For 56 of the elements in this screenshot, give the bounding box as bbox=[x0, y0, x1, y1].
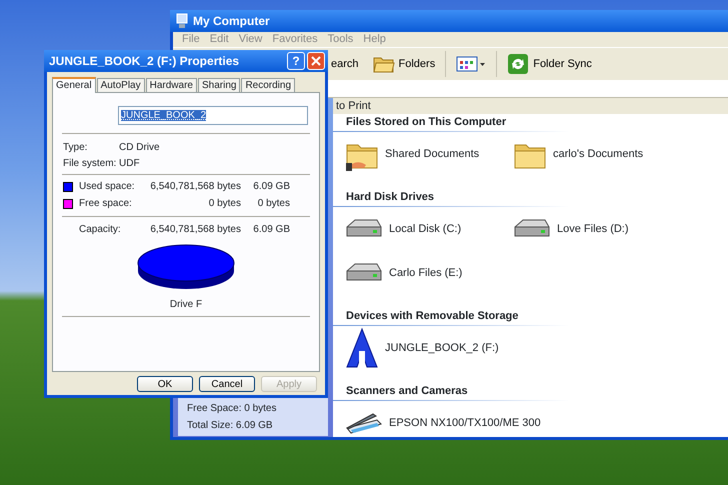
bytes-value: 0 bytes bbox=[208, 197, 241, 211]
scanner-item[interactable]: EPSON NX100/TX100/ME 300 bbox=[345, 401, 541, 445]
capacity-label: Capacity: bbox=[79, 222, 122, 236]
drive-item[interactable]: JUNGLE_BOOK_2 (F:) bbox=[345, 326, 499, 370]
group-heading: Devices with Removable Storage bbox=[333, 308, 728, 326]
drive-item[interactable]: Carlo Files (E:) bbox=[345, 251, 462, 295]
bytes-value: 6,540,781,568 bytes bbox=[149, 180, 241, 194]
dialog-button[interactable]: Cancel bbox=[199, 376, 255, 392]
size-value: 0 bytes bbox=[256, 197, 290, 211]
close-button[interactable] bbox=[307, 52, 325, 70]
info-label: File system: bbox=[63, 156, 118, 170]
size-value: 6.09 GB bbox=[252, 222, 290, 236]
folder-item[interactable]: Shared Documents bbox=[345, 132, 480, 176]
details-text: Total Size: 6.09 GB bbox=[187, 419, 274, 433]
item-label: carlo's Documents bbox=[553, 146, 644, 162]
item-label: Local Disk (C:) bbox=[389, 222, 462, 237]
tab[interactable]: Hardware bbox=[146, 78, 197, 92]
drive-item[interactable]: Local Disk (C:) bbox=[345, 207, 462, 251]
name-field[interactable]: JUNGLE_BOOK_2 bbox=[118, 106, 308, 125]
tab[interactable]: Recording bbox=[241, 78, 296, 92]
size-value: 6.09 GB bbox=[252, 180, 290, 194]
item-label: Shared Documents bbox=[385, 146, 480, 162]
help-button[interactable]: ? bbox=[287, 52, 305, 70]
bytes-value: 6,540,781,568 bytes bbox=[149, 222, 241, 236]
dialog-button[interactable]: OK bbox=[137, 376, 193, 392]
drive-label: Drive F bbox=[170, 299, 202, 310]
folder-icon bbox=[372, 55, 395, 73]
tab[interactable]: AutoPlay bbox=[96, 78, 145, 92]
close-icon bbox=[311, 56, 321, 66]
tab[interactable]: General bbox=[52, 77, 96, 93]
info-value: UDF bbox=[119, 156, 140, 170]
group-heading: Hard Disk Drives bbox=[333, 189, 728, 207]
window-title: My Computer bbox=[193, 13, 270, 30]
dialog-title: JUNGLE_BOOK_2 (F:) Properties bbox=[49, 53, 240, 70]
item-label: Carlo Files (E:) bbox=[389, 266, 462, 281]
info-label: Type: bbox=[63, 140, 88, 154]
sync-arrows-icon bbox=[507, 53, 530, 75]
computer-icon bbox=[175, 13, 189, 29]
group-heading: Scanners and Cameras bbox=[333, 383, 728, 401]
item-label: EPSON NX100/TX100/ME 300 bbox=[389, 416, 541, 431]
tab[interactable]: Sharing bbox=[198, 78, 240, 92]
info-value: CD Drive bbox=[119, 140, 160, 154]
item-label: Love Files (D:) bbox=[557, 222, 629, 237]
folder-item[interactable]: carlo's Documents bbox=[513, 132, 644, 176]
item-label: JUNGLE_BOOK_2 (F:) bbox=[385, 340, 499, 356]
drive-item[interactable]: Love Files (D:) bbox=[513, 207, 629, 251]
details-text: Free Space: 0 bytes bbox=[187, 402, 278, 416]
views-grid-icon bbox=[456, 55, 486, 73]
letter-a-icon bbox=[345, 327, 379, 369]
folder-sync-button[interactable]: Folder Sync bbox=[503, 51, 596, 77]
task-link[interactable]: to Print bbox=[336, 98, 371, 114]
space-label: Used space: bbox=[79, 180, 136, 194]
space-label: Free space: bbox=[79, 197, 133, 211]
group-heading: Files Stored on This Computer bbox=[333, 114, 728, 132]
search-button[interactable]: earch bbox=[331, 54, 363, 74]
folders-button[interactable]: Folders bbox=[368, 53, 440, 75]
